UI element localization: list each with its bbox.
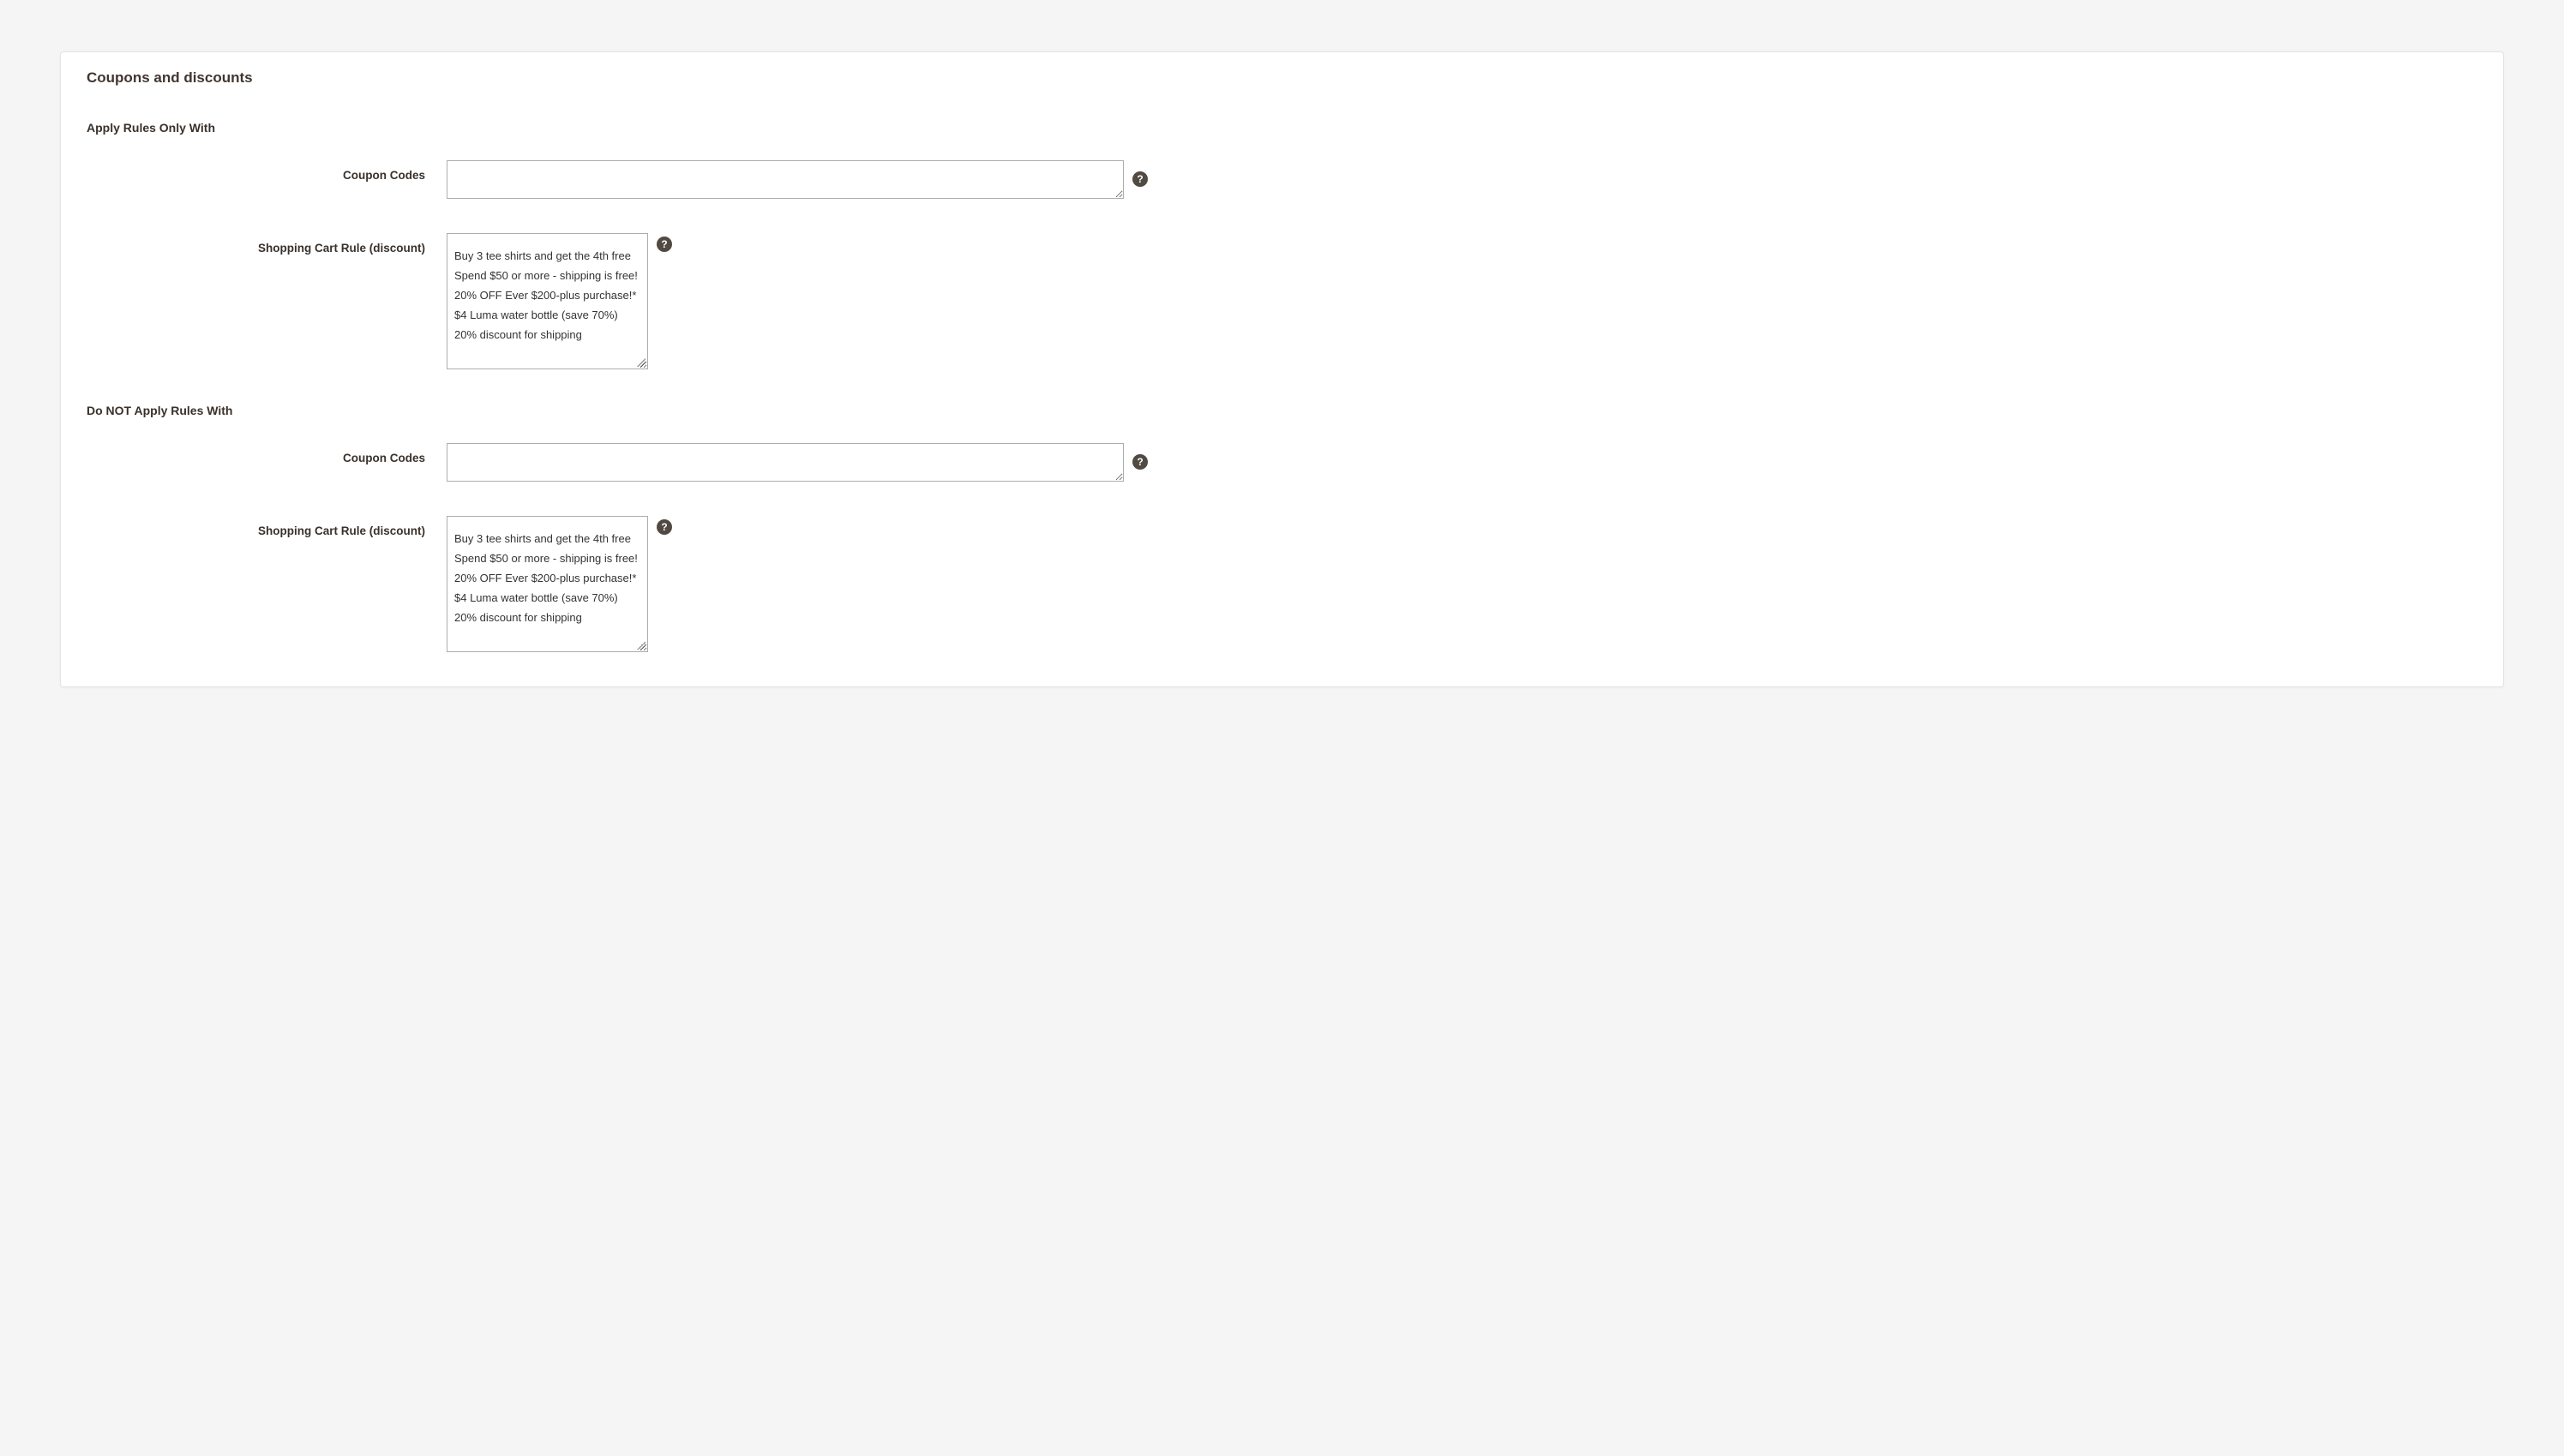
list-item[interactable]: Buy 3 tee shirts and get the 4th free bbox=[447, 529, 647, 548]
section-title: Coupons and discounts bbox=[87, 69, 2477, 87]
list-item[interactable]: $4 Luma water bottle (save 70%) bbox=[447, 588, 647, 608]
apply-only-coupon-codes-input[interactable] bbox=[447, 160, 1124, 199]
do-not-apply-coupon-codes-row: Coupon Codes ? bbox=[87, 443, 2477, 482]
list-item[interactable]: Buy 3 tee shirts and get the 4th free bbox=[447, 246, 647, 266]
list-item[interactable]: 20% OFF Ever $200-plus purchase!* bbox=[447, 568, 647, 588]
apply-only-heading: Apply Rules Only With bbox=[87, 121, 2477, 135]
coupons-discounts-card: Coupons and discounts Apply Rules Only W… bbox=[60, 51, 2504, 687]
list-item[interactable]: 20% OFF Ever $200-plus purchase!* bbox=[447, 285, 647, 305]
list-item[interactable]: 20% discount for shipping bbox=[447, 608, 647, 627]
apply-only-cart-rule-label: Shopping Cart Rule (discount) bbox=[87, 233, 447, 255]
apply-only-cart-rule-select[interactable]: Buy 3 tee shirts and get the 4th free Sp… bbox=[447, 233, 648, 369]
apply-only-coupon-codes-label: Coupon Codes bbox=[87, 160, 447, 182]
do-not-apply-coupon-codes-label: Coupon Codes bbox=[87, 443, 447, 464]
apply-only-coupon-codes-row: Coupon Codes ? bbox=[87, 160, 2477, 199]
help-icon[interactable]: ? bbox=[1132, 454, 1148, 470]
apply-only-cart-rule-row: Shopping Cart Rule (discount) Buy 3 tee … bbox=[87, 233, 2477, 369]
list-item[interactable]: 20% discount for shipping bbox=[447, 325, 647, 345]
list-item[interactable]: $4 Luma water bottle (save 70%) bbox=[447, 305, 647, 325]
help-icon[interactable]: ? bbox=[1132, 171, 1148, 187]
do-not-apply-cart-rule-select[interactable]: Buy 3 tee shirts and get the 4th free Sp… bbox=[447, 516, 648, 652]
list-item[interactable]: Spend $50 or more - shipping is free! bbox=[447, 548, 647, 568]
list-item[interactable]: Spend $50 or more - shipping is free! bbox=[447, 266, 647, 285]
do-not-apply-cart-rule-label: Shopping Cart Rule (discount) bbox=[87, 516, 447, 537]
do-not-apply-cart-rule-row: Shopping Cart Rule (discount) Buy 3 tee … bbox=[87, 516, 2477, 652]
help-icon[interactable]: ? bbox=[657, 519, 672, 535]
help-icon[interactable]: ? bbox=[657, 237, 672, 252]
do-not-apply-heading: Do NOT Apply Rules With bbox=[87, 404, 2477, 417]
do-not-apply-coupon-codes-input[interactable] bbox=[447, 443, 1124, 482]
